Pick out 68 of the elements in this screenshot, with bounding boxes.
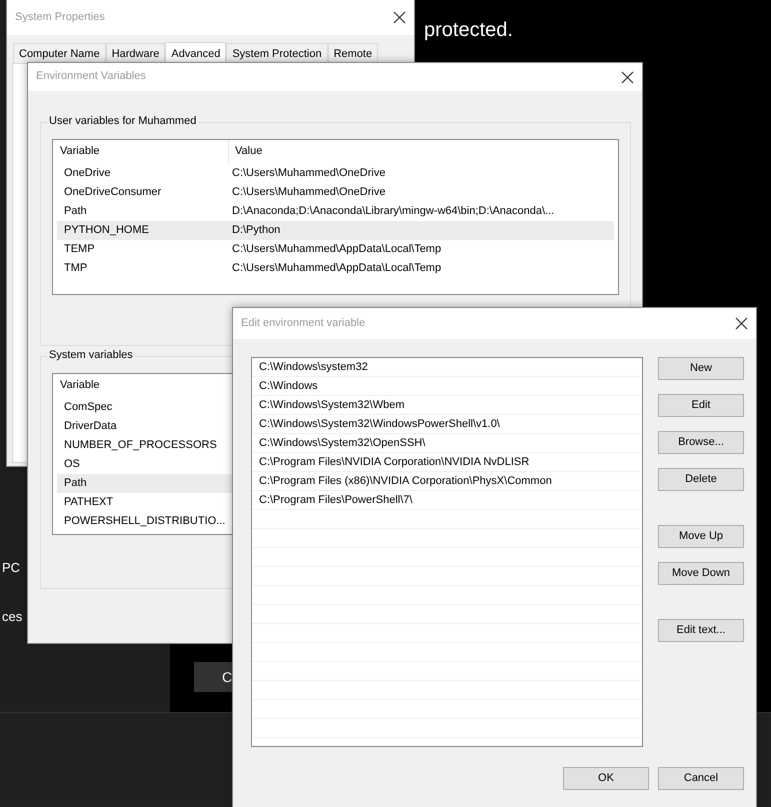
variable-name: POWERSHELL_DISTRIBUTIO... <box>64 514 226 528</box>
list-row[interactable]: OS <box>57 455 232 474</box>
path-entry[interactable]: C:\Program Files (x86)\NVIDIA Corporation\PhysX\Common <box>252 472 642 491</box>
list-row[interactable]: PYTHON_HOME D:\Python <box>57 221 614 240</box>
tab[interactable]: Remote <box>328 43 378 63</box>
variable-name: PYTHON_HOME <box>64 224 150 238</box>
window-title: Environment Variables <box>36 70 146 84</box>
dialog-button[interactable]: OK <box>563 767 649 790</box>
variable-value: C:\Users\Muhammed\AppData\Local\Temp <box>232 262 442 276</box>
path-entry[interactable]: C:\Windows\System32\WindowsPowerShell\v1.0\ <box>252 415 642 434</box>
column-header: Value <box>235 145 262 159</box>
close-icon[interactable] <box>735 317 748 330</box>
variable-name: Path <box>64 204 88 218</box>
background-button[interactable]: C <box>194 662 232 692</box>
variable-name: DriverData <box>64 420 118 434</box>
action-button[interactable]: New <box>658 357 744 380</box>
column-header: Variable <box>60 379 101 393</box>
variable-name: PATHEXT <box>64 496 114 510</box>
path-entry[interactable]: C:\Windows\System32\Wbem <box>252 396 642 415</box>
variable-name: OS <box>64 458 81 472</box>
list-row[interactable]: TEMP C:\Users\Muhammed\AppData\Local\Temp <box>57 240 614 259</box>
path-entry[interactable]: C:\Program Files\PowerShell\7\ <box>252 491 642 510</box>
variable-name: Path <box>64 476 88 490</box>
tab[interactable]: System Protection <box>226 43 328 63</box>
list-row[interactable]: Path D:\Anaconda;D:\Anaconda\Library\mingw-w64\bin;D:\Anaconda\... <box>57 202 614 221</box>
variable-name: ComSpec <box>64 400 114 414</box>
list-row[interactable]: ComSpec <box>57 398 232 417</box>
action-button[interactable]: Move Down <box>658 562 744 585</box>
variable-name: OneDrive <box>64 166 112 180</box>
variable-value: D:\Anaconda;D:\Anaconda\Library\mingw-w64\bin;D:\Anaconda\... <box>232 204 554 218</box>
tab[interactable]: Computer Name <box>13 43 106 63</box>
path-entry[interactable]: C:\Windows\system32 <box>252 358 642 377</box>
window-title: System Properties <box>15 10 105 24</box>
list-row[interactable]: DriverData <box>57 417 232 436</box>
list-row[interactable]: OneDriveConsumer C:\Users\Muhammed\OneDrive <box>57 183 614 202</box>
list-row[interactable]: Path <box>57 474 232 493</box>
window-title: Edit environment variable <box>241 316 366 330</box>
column-header: Variable <box>60 145 101 159</box>
dialog-button[interactable]: Cancel <box>658 767 744 790</box>
list-row[interactable]: POWERSHELL_DISTRIBUTIO... <box>57 512 232 531</box>
variable-name: TEMP <box>64 242 96 256</box>
variable-value: C:\Users\Muhammed\OneDrive <box>232 186 386 200</box>
variable-name: TMP <box>64 262 88 276</box>
tab[interactable]: Hardware <box>106 43 166 63</box>
action-button[interactable]: Delete <box>658 468 744 491</box>
sidebar-text: ces <box>2 609 22 625</box>
action-button[interactable]: Browse... <box>658 431 744 454</box>
action-button[interactable]: Move Up <box>658 525 744 548</box>
action-button[interactable]: Edit text... <box>658 619 744 642</box>
variable-value: C:\Users\Muhammed\AppData\Local\Temp <box>232 242 442 256</box>
close-icon[interactable] <box>393 11 406 24</box>
variable-name: OneDriveConsumer <box>64 186 162 200</box>
path-entry[interactable]: C:\Windows <box>252 377 642 396</box>
path-entry[interactable]: C:\Windows\System32\OpenSSH\ <box>252 434 642 453</box>
tab[interactable]: Advanced <box>165 42 226 64</box>
variable-name: NUMBER_OF_PROCESSORS <box>64 438 218 452</box>
close-icon[interactable] <box>621 70 634 84</box>
list-row[interactable]: PATHEXT <box>57 493 232 512</box>
list-row[interactable]: NUMBER_OF_PROCESSORS <box>57 436 232 455</box>
background-heading: protected. <box>424 18 513 42</box>
variable-value: C:\Users\Muhammed\OneDrive <box>232 166 386 180</box>
list-row[interactable]: TMP C:\Users\Muhammed\AppData\Local\Temp <box>57 259 614 278</box>
variable-value: D:\Python <box>232 224 280 238</box>
path-entry[interactable]: C:\Program Files\NVIDIA Corporation\NVIDIA NvDLISR <box>252 453 642 472</box>
list-row[interactable]: OneDrive C:\Users\Muhammed\OneDrive <box>57 164 614 183</box>
group-label: System variables <box>47 349 135 362</box>
sidebar-text: PC <box>2 560 20 576</box>
action-button[interactable]: Edit <box>658 394 744 417</box>
